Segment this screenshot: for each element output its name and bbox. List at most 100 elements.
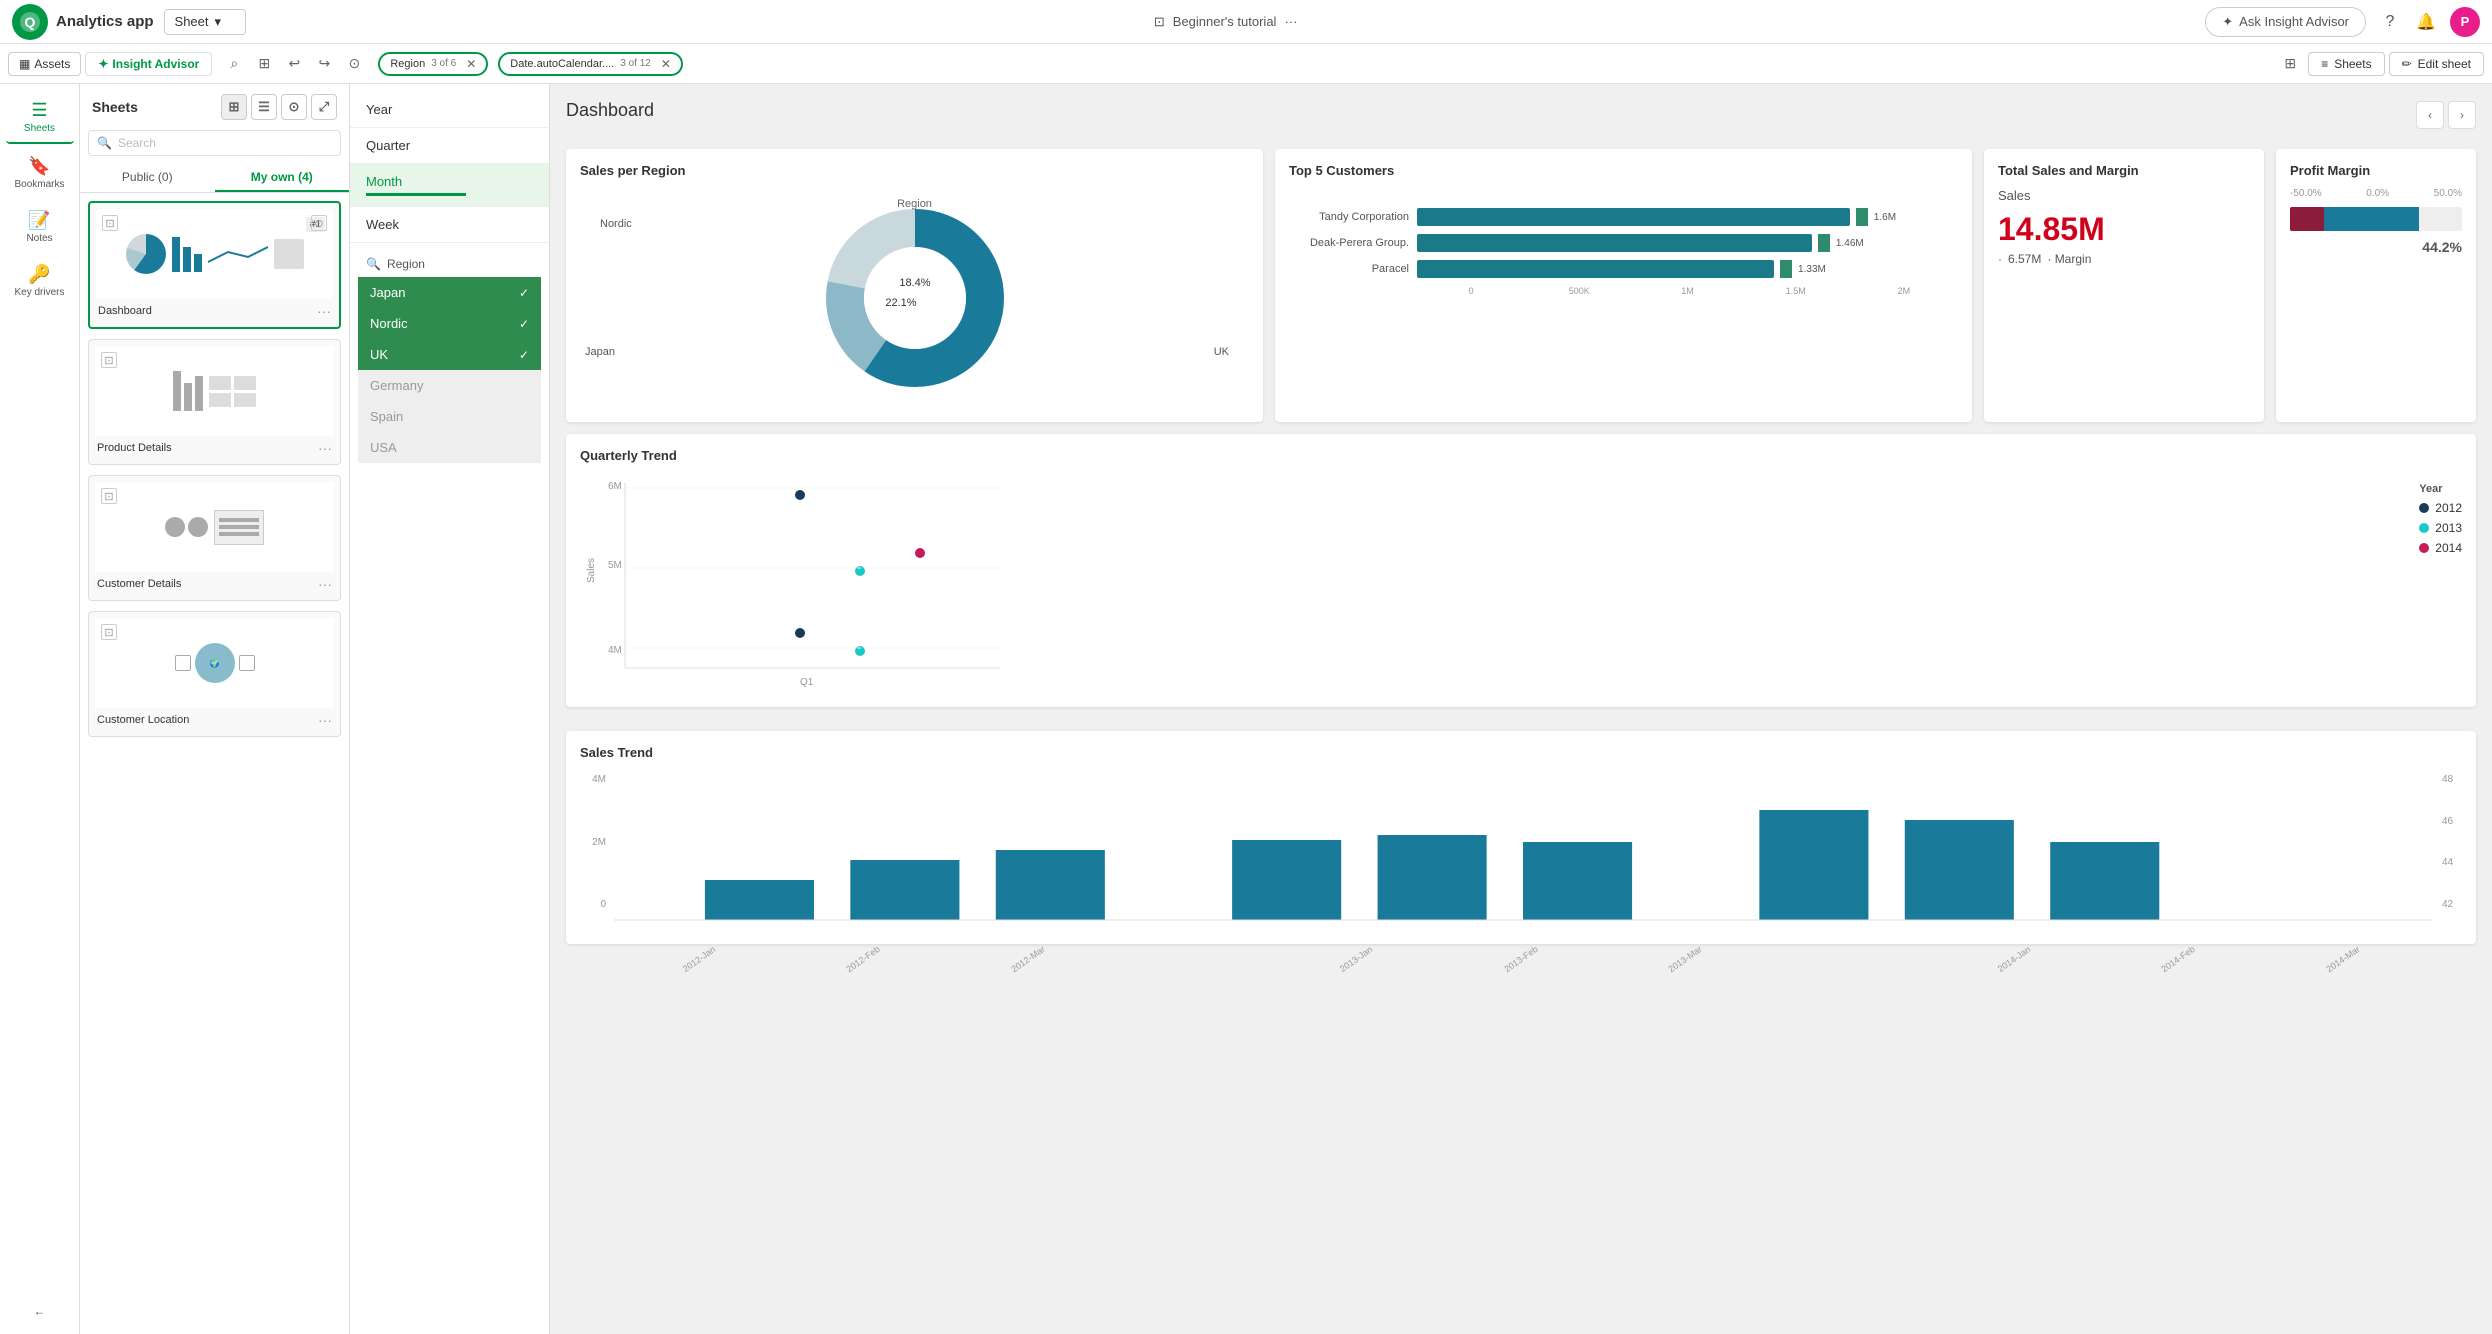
tab-my-own[interactable]: My own (4) [215, 164, 350, 192]
customer-location-more-icon[interactable]: ··· [318, 712, 332, 728]
sparkle-icon: ✦ [2222, 14, 2233, 30]
usa-label: USA [370, 440, 397, 455]
smart-search-icon[interactable]: ⌕ [220, 50, 248, 78]
undo-icon[interactable]: ↩ [280, 50, 308, 78]
sheet-card-customer-details[interactable]: ⊡ Customer Details [88, 475, 341, 601]
filter-quarter[interactable]: Quarter [350, 128, 549, 164]
year-legend-label: Year [2419, 483, 2462, 495]
region-item-spain[interactable]: Spain [358, 401, 541, 432]
total-sales-card: Total Sales and Margin Sales 14.85M · 6.… [1984, 149, 2264, 422]
axis-1m: 1M [1633, 286, 1741, 296]
x-spacer2 [1765, 955, 1929, 965]
sidebar-item-sheets[interactable]: ☰ Sheets [6, 92, 74, 144]
svg-text:5M: 5M [608, 560, 622, 571]
customer-details-more-icon[interactable]: ··· [318, 576, 332, 592]
pm-axis-right: 50.0% [2434, 188, 2462, 199]
thumb-map: 🌍 [195, 643, 235, 683]
sheet-copy-icon2: ⊡ [101, 352, 117, 368]
pm-bar-teal [2324, 207, 2419, 231]
grid-view-icon[interactable]: ⊞ [2276, 50, 2304, 78]
edit-sheet-button[interactable]: ✏ Edit sheet [2389, 52, 2484, 76]
region-chip-close[interactable]: ✕ [466, 57, 476, 71]
help-button[interactable]: ? [2378, 10, 2402, 34]
tutorial-label: Beginner's tutorial [1173, 14, 1277, 29]
edit-icon: ✏ [2402, 57, 2412, 71]
legend-2012: 2012 [2419, 501, 2462, 515]
sheets-btn-label: Sheets [2334, 57, 2371, 71]
date-filter-chip[interactable]: Date.autoCalendar.... 3 of 12 ✕ [498, 52, 683, 76]
selections-icon[interactable]: ⊞ [250, 50, 278, 78]
customer-mini-1 [1856, 208, 1868, 226]
total-sales-title: Total Sales and Margin [1998, 163, 2250, 178]
app-logo: Q Analytics app [12, 4, 154, 40]
region-header: 🔍 Region [358, 251, 541, 277]
region-item-uk[interactable]: UK ✓ [358, 339, 541, 370]
sheets-sidebar-label: Sheets [24, 123, 55, 134]
region-section: 🔍 Region Japan ✓ Nordic ✓ UK ✓ Germany S… [350, 243, 549, 1326]
region-filter-chip[interactable]: Region 3 of 6 ✕ [378, 52, 488, 76]
sheet-card-product-details[interactable]: ⊡ [88, 339, 341, 465]
assets-button[interactable]: ▦ Assets [8, 52, 81, 76]
tb2 [184, 383, 192, 411]
grid-view-button[interactable]: ⊞ [221, 94, 247, 120]
sidebar-item-notes[interactable]: 📝 Notes [6, 202, 74, 252]
search-sheets-input[interactable]: 🔍 Search [88, 130, 341, 156]
sidebar-item-bookmarks[interactable]: 🔖 Bookmarks [6, 148, 74, 198]
japan-check-icon: ✓ [519, 286, 529, 300]
time-filter-list: Year Quarter Month Week [350, 92, 549, 243]
sort-button[interactable]: ⊙ [281, 94, 307, 120]
tab-public[interactable]: Public (0) [80, 164, 215, 192]
content-area: Dashboard ‹ › Sales per Region Region [550, 84, 2492, 1334]
tutorial-icon: ⊡ [1154, 14, 1165, 30]
svg-text:6M: 6M [608, 481, 622, 492]
qlik-icon[interactable]: Q [12, 4, 48, 40]
spain-label: Spain [370, 409, 403, 424]
customer-val-2: 1.46M [1836, 238, 1864, 249]
axis-2m: 2M [1850, 286, 1958, 296]
topbar: Q Analytics app Sheet ▾ ⊡ Beginner's tut… [0, 0, 2492, 44]
sheet-card-dashboard[interactable]: ⊡ #1 ⊙ Dashboard [88, 201, 341, 329]
sheet-thumb-product-details: ⊡ [95, 346, 334, 436]
more-options-icon[interactable]: ··· [1284, 14, 1297, 29]
filter-week[interactable]: Week [350, 207, 549, 243]
product-details-label: Product Details [97, 442, 172, 454]
sheet-thumb-content3 [157, 502, 272, 553]
ask-insight-advisor-button[interactable]: ✦ Ask Insight Advisor [2205, 7, 2366, 37]
notifications-icon[interactable]: 🔔 [2414, 10, 2438, 34]
region-item-nordic[interactable]: Nordic ✓ [358, 308, 541, 339]
region-item-germany[interactable]: Germany [358, 370, 541, 401]
nav-prev-button[interactable]: ‹ [2416, 101, 2444, 129]
sales-per-region-title: Sales per Region [580, 163, 1249, 178]
sheet-copy-icon3: ⊡ [101, 488, 117, 504]
key-drivers-sidebar-icon: 🔑 [28, 264, 50, 285]
region-item-japan[interactable]: Japan ✓ [358, 277, 541, 308]
quarterly-title: Quarterly Trend [580, 448, 2462, 463]
sheet-more-icon[interactable]: ··· [317, 303, 331, 319]
expand-panel-button[interactable]: ⤢ [311, 94, 337, 120]
back-icon[interactable]: ⊙ [340, 50, 368, 78]
assets-icon: ▦ [19, 57, 30, 71]
sheet-dropdown[interactable]: Sheet ▾ [164, 9, 247, 35]
sheet-copy-icon: ⊡ [102, 215, 118, 231]
avatar[interactable]: P [2450, 7, 2480, 37]
nav-next-button[interactable]: › [2448, 101, 2476, 129]
redo-icon[interactable]: ↪ [310, 50, 338, 78]
japan-label: Japan [585, 346, 615, 358]
collapse-sidebar-button[interactable]: ← [6, 1296, 74, 1326]
list-view-button[interactable]: ☰ [251, 94, 277, 120]
content-header: Dashboard ‹ › [566, 100, 2476, 137]
filter-month[interactable]: Month [350, 164, 549, 207]
date-chip-close[interactable]: ✕ [661, 57, 671, 71]
sidebar-item-key-drivers[interactable]: 🔑 Key drivers [6, 256, 74, 306]
sheet-card-customer-location[interactable]: ⊡ 🌍 Customer Location ··· [88, 611, 341, 737]
sheets-button[interactable]: ≡ Sheets [2308, 52, 2384, 76]
insight-advisor-tab[interactable]: ✦ Insight Advisor [85, 52, 212, 76]
sales-trend-svg [614, 770, 2432, 930]
pm-axis: -50.0% 0.0% 50.0% [2290, 188, 2462, 199]
quarterly-trend-card: Quarterly Trend 6M 5M 4M [566, 434, 2476, 707]
thumb-bars2 [173, 371, 203, 411]
filter-year[interactable]: Year [350, 92, 549, 128]
bookmarks-sidebar-label: Bookmarks [14, 179, 64, 190]
region-item-usa[interactable]: USA [358, 432, 541, 463]
product-more-icon[interactable]: ··· [318, 440, 332, 456]
